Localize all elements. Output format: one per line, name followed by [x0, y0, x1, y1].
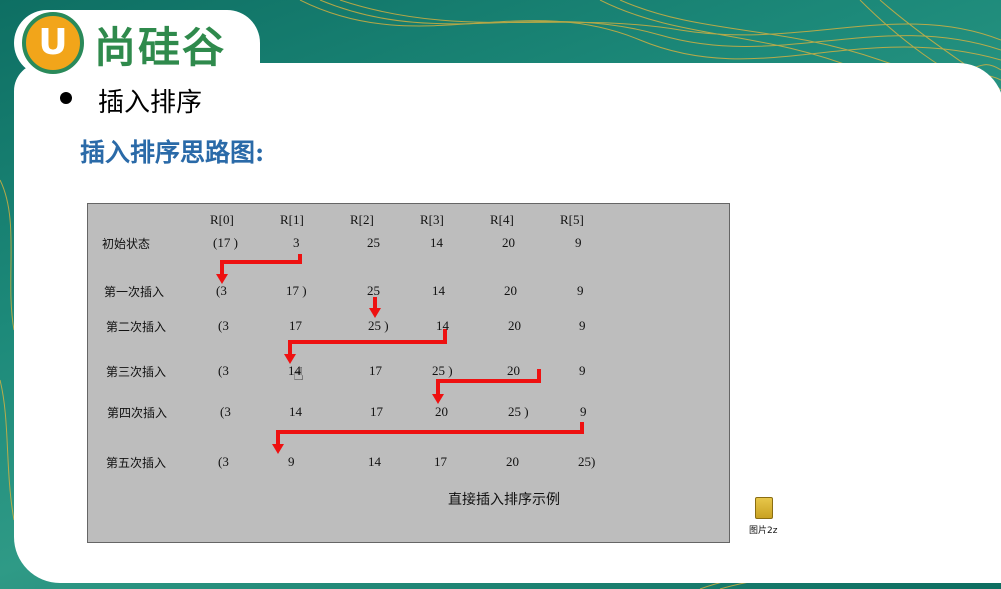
- table-cell: 20: [502, 235, 515, 250]
- table-cell: 14: [289, 404, 302, 419]
- column-header: R[0]: [210, 212, 234, 227]
- hand-cursor-icon: ☝: [293, 364, 304, 385]
- column-header: R[3]: [420, 212, 444, 227]
- table-cell: 25: [367, 283, 380, 298]
- table-cell: (3: [218, 454, 229, 469]
- row-label: 第五次插入: [106, 456, 167, 470]
- slide-subheading: 插入排序思路图:: [80, 138, 265, 167]
- table-cell: 17: [289, 318, 302, 333]
- column-header: R[4]: [490, 212, 514, 227]
- logo-icon: U: [22, 12, 84, 74]
- table-cell: (3: [218, 363, 229, 378]
- table-cell: 3: [293, 235, 300, 250]
- table-cell: 14: [436, 318, 449, 333]
- table-cell: 9: [288, 454, 295, 469]
- insertion-arrow: [220, 254, 302, 276]
- logo-text: 尚硅谷: [94, 23, 227, 72]
- desktop-file-label[interactable]: 图片2z: [749, 523, 777, 536]
- row-label: 初始状态: [102, 237, 151, 251]
- bullet-icon: [60, 92, 72, 104]
- table-cell: 25: [367, 235, 380, 250]
- table-cell: 9: [579, 363, 586, 378]
- insertion-arrow: [436, 369, 541, 396]
- table-cell: 17: [434, 454, 447, 469]
- table-cell: 17: [369, 363, 382, 378]
- table-cell: 14: [368, 454, 381, 469]
- arrowhead-icon: [432, 394, 444, 404]
- row-label: 第三次插入: [106, 365, 167, 379]
- table-cell: 25): [578, 454, 596, 469]
- table-cell: (17 ): [213, 235, 238, 250]
- diagram-arrows: [216, 254, 584, 454]
- column-header: R[2]: [350, 212, 374, 227]
- table-cell: (3: [216, 283, 227, 298]
- table-cell: 9: [577, 283, 584, 298]
- table-cell: 25 ): [368, 318, 389, 333]
- table-cell: 20: [506, 454, 519, 469]
- table-cell: 20: [435, 404, 448, 419]
- row-label: 第一次插入: [104, 285, 165, 299]
- table-cell: 25 ): [432, 363, 453, 378]
- table-cell: (3: [218, 318, 229, 333]
- slide-bullet-title: 插入排序: [98, 88, 203, 118]
- table-cell: 9: [580, 404, 587, 419]
- row-label: 第四次插入: [107, 406, 168, 420]
- table-cell: (3: [220, 404, 231, 419]
- table-cell: 9: [575, 235, 582, 250]
- table-cell: 17 ): [286, 283, 307, 298]
- table-cell: 20: [507, 363, 520, 378]
- table-cell: 9: [579, 318, 586, 333]
- insertion-sort-diagram[interactable]: R[0] R[1] R[2] R[3] R[4] R[5] 初始状态 (17 )…: [87, 203, 730, 543]
- column-header: R[1]: [280, 212, 304, 227]
- diagram-caption: 直接插入排序示例: [448, 492, 560, 508]
- table-cell: 25 ): [508, 404, 529, 419]
- arrowhead-icon: [272, 444, 284, 454]
- table-cell: 14: [432, 283, 445, 298]
- folder-icon[interactable]: [755, 497, 773, 519]
- table-cell: 17: [370, 404, 383, 419]
- row-label: 第二次插入: [106, 320, 167, 334]
- table-cell: 20: [508, 318, 521, 333]
- arrowhead-icon: [369, 308, 381, 318]
- column-header: R[5]: [560, 212, 584, 227]
- insertion-arrow: [276, 422, 584, 446]
- table-cell: 20: [504, 283, 517, 298]
- table-cell: 14: [430, 235, 443, 250]
